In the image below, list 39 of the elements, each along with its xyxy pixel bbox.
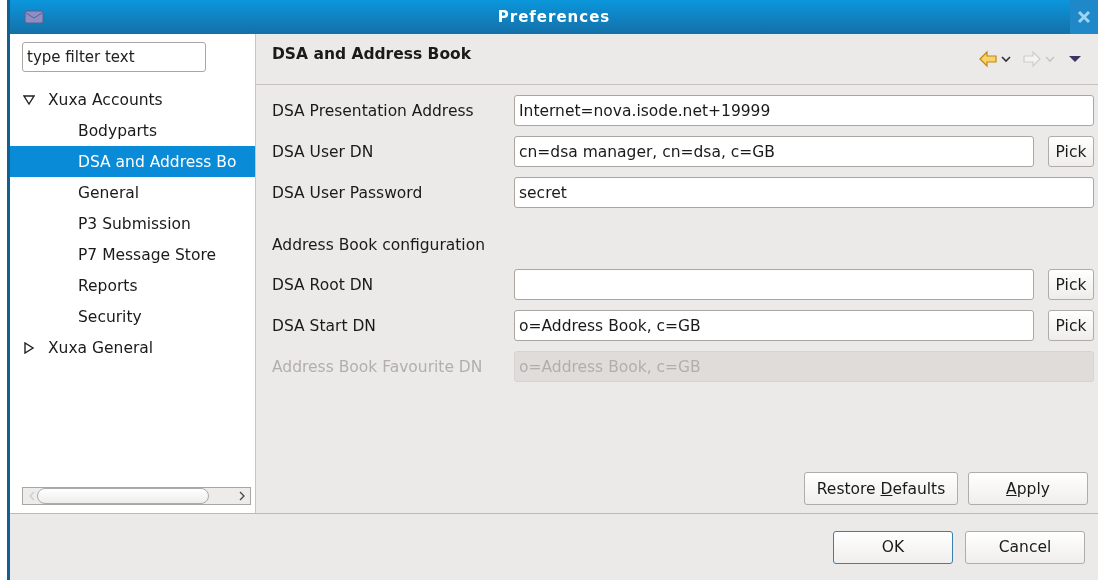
tree-item[interactable]: Xuxa General — [10, 332, 255, 363]
text-field[interactable]: o=Address Book, c=GB — [514, 310, 1034, 341]
field-label: DSA Root DN — [272, 275, 375, 294]
text-field[interactable]: Internet=nova.isode.net+19999 — [514, 95, 1094, 126]
field-label: DSA User DN — [272, 142, 375, 161]
pick-button[interactable]: Pick — [1048, 310, 1094, 341]
tree-item[interactable]: P7 Message Store — [10, 239, 255, 270]
window-title: Preferences — [496, 8, 612, 26]
pick-button[interactable]: Pick — [1048, 136, 1094, 167]
restore-defaults-button[interactable]: Restore Defaults — [804, 472, 958, 505]
pick-button[interactable]: Pick — [1048, 269, 1094, 300]
back-arrow-icon[interactable] — [978, 50, 1014, 68]
tree-item[interactable]: DSA and Address Bo — [10, 146, 255, 177]
field-label: DSA User Password — [272, 183, 424, 202]
expanded-triangle-icon[interactable] — [23, 93, 35, 106]
tree-item[interactable]: Security — [10, 301, 255, 332]
filter-field[interactable]: type filter text — [22, 42, 206, 72]
tree-item[interactable]: Bodyparts — [10, 115, 255, 146]
field-label: DSA Presentation Address — [272, 101, 475, 120]
field-label: Address Book Favourite DN — [272, 357, 484, 376]
field-label: DSA Start DN — [272, 316, 377, 335]
close-icon[interactable] — [1070, 0, 1098, 34]
section-heading: Address Book configuration — [272, 236, 486, 256]
ok-button[interactable]: OK — [833, 530, 953, 564]
tree-item[interactable]: General — [10, 177, 255, 208]
horizontal-scrollbar[interactable] — [22, 487, 251, 505]
text-field[interactable] — [514, 269, 1034, 300]
menu-triangle-icon[interactable] — [1068, 54, 1082, 64]
text-field[interactable]: secret — [514, 177, 1094, 208]
text-field[interactable]: cn=dsa manager, cn=dsa, c=GB — [514, 136, 1034, 167]
apply-button[interactable]: Apply — [968, 472, 1088, 505]
tree-item[interactable]: P3 Submission — [10, 208, 255, 239]
page-title: DSA and Address Book — [272, 45, 473, 63]
collapsed-triangle-icon[interactable] — [23, 341, 35, 354]
cancel-button[interactable]: Cancel — [965, 530, 1085, 564]
tree-item[interactable]: Xuxa Accounts — [10, 84, 255, 115]
tree-item[interactable]: Reports — [10, 270, 255, 301]
scroll-right-icon[interactable] — [237, 490, 247, 502]
envelope-icon — [24, 10, 44, 24]
